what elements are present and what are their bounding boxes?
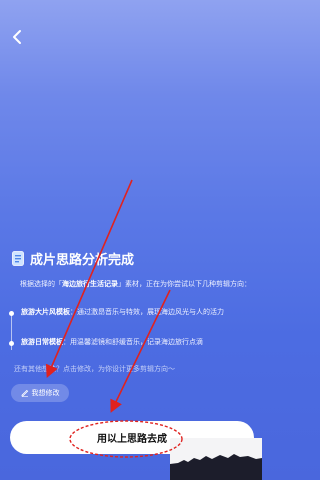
direction-desc: ：用温馨滤镜和舒缓音乐，记录海边旅行点滴 xyxy=(63,338,203,346)
timeline-dot xyxy=(9,341,14,346)
chevron-left-icon xyxy=(13,30,21,44)
edit-hint: 还有其他想法？点击修改，为你设计更多剪辑方向～ xyxy=(14,365,175,373)
document-icon xyxy=(12,250,24,266)
edit-button-label: 我想修改 xyxy=(31,389,60,397)
edit-button[interactable]: 我想修改 xyxy=(11,384,69,402)
direction-text: 旅游日常模板：用温馨滤镜和舒缓音乐，记录海边旅行点滴 xyxy=(21,336,255,348)
analysis-title-row: 成片思路分析完成 xyxy=(12,248,134,268)
direction-text: 旅游大片风模板：通过激昂音乐与特效，展现海边风光与人的活力 xyxy=(21,306,255,318)
timeline-dot xyxy=(9,311,14,316)
intro-prefix: 根据选择的「 xyxy=(20,280,62,288)
direction-name: 旅游大片风模板 xyxy=(21,308,70,316)
annotation-overlay xyxy=(45,179,183,458)
intro-suffix: 」素材，正在为你尝试以下几种剪辑方向： xyxy=(118,280,251,288)
generate-button-label: 用以上思路去成 xyxy=(97,434,167,445)
direction-name: 旅游日常模板 xyxy=(21,338,63,346)
direction-desc: ：通过激昂音乐与特效，展现海边风光与人的活力 xyxy=(70,308,224,316)
analysis-intro: 根据选择的「海边旅行生活记录」素材，正在为你尝试以下几种剪辑方向： xyxy=(20,278,254,290)
pencil-icon xyxy=(21,389,28,397)
back-button[interactable] xyxy=(8,28,26,46)
waveform-graphic xyxy=(170,438,262,480)
intro-material: 海边旅行生活记录 xyxy=(62,280,118,288)
page-title: 成片思路分析完成 xyxy=(30,252,135,268)
video-thumbnail xyxy=(170,438,262,480)
